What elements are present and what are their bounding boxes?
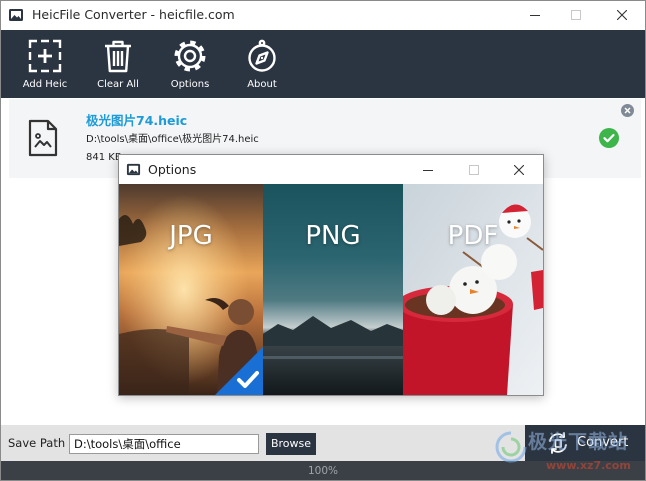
file-size: 841 KB — [86, 152, 122, 163]
save-path-bar: Save Path D:\tools\桌面\office Browse Conv… — [0, 425, 646, 461]
image-file-icon — [28, 119, 58, 157]
options-dialog: Options JPG PNG PDF — [118, 154, 544, 396]
format-option-png[interactable]: PNG — [263, 184, 403, 395]
format-option-jpg[interactable]: JPG — [119, 184, 263, 395]
dialog-maximize-button[interactable] — [456, 155, 492, 184]
minimize-button[interactable] — [515, 0, 555, 30]
close-icon — [617, 10, 627, 20]
minimize-icon — [530, 15, 540, 16]
dialog-app-icon — [126, 163, 141, 176]
format-options: JPG PNG PDF — [119, 184, 543, 395]
title-bar[interactable]: HeicFile Converter - heicfile.com — [0, 0, 646, 30]
format-label-jpg: JPG — [169, 221, 213, 251]
options-label: Options — [170, 79, 210, 90]
toolbar: Add Heic Clear All Options About — [0, 30, 646, 98]
file-name: 极光图片74.heic — [86, 113, 188, 128]
progress-text: 100% — [307, 465, 339, 477]
dialog-close-button[interactable] — [501, 155, 537, 184]
dialog-title-bar[interactable]: Options — [119, 155, 543, 184]
options-button[interactable]: Options — [154, 30, 226, 98]
about-button[interactable]: About — [226, 30, 298, 98]
browse-button[interactable]: Browse — [266, 433, 316, 455]
save-path-label: Save Path — [8, 436, 66, 450]
close-button[interactable] — [602, 0, 642, 30]
clear-all-label: Clear All — [97, 79, 139, 90]
gear-icon — [174, 40, 206, 72]
format-label-pdf: PDF — [447, 221, 499, 251]
maximize-icon — [469, 164, 479, 175]
trash-icon — [105, 40, 131, 73]
format-option-pdf[interactable]: PDF — [403, 184, 543, 395]
convert-icon — [549, 432, 567, 454]
window-title: HeicFile Converter - heicfile.com — [32, 7, 235, 22]
remove-circle-icon[interactable] — [621, 104, 634, 117]
checkmark-icon — [215, 347, 263, 395]
dialog-minimize-button[interactable] — [410, 155, 446, 184]
progress-bar: 100% — [0, 461, 646, 481]
save-path-input[interactable]: D:\tools\桌面\office — [69, 434, 259, 454]
png-preview-image — [263, 184, 403, 395]
app-logo-icon — [9, 9, 23, 21]
about-label: About — [247, 79, 277, 90]
add-file-icon — [28, 39, 62, 73]
add-heic-button[interactable]: Add Heic — [9, 30, 81, 98]
main-window: HeicFile Converter - heicfile.com Add He… — [0, 0, 646, 481]
maximize-icon — [571, 10, 581, 20]
convert-label: Convert — [577, 435, 629, 450]
convert-button[interactable]: Convert — [525, 425, 646, 461]
check-circle-icon — [599, 128, 619, 148]
file-path: D:\tools\桌面\office\极光图片74.heic — [86, 134, 259, 145]
dialog-title: Options — [148, 162, 197, 177]
close-icon — [514, 164, 524, 175]
clear-all-button[interactable]: Clear All — [82, 30, 154, 98]
pdf-preview-image — [403, 184, 543, 395]
maximize-button[interactable] — [556, 0, 596, 30]
minimize-icon — [423, 169, 433, 171]
compass-icon — [248, 39, 276, 72]
add-heic-label: Add Heic — [22, 79, 68, 90]
format-label-png: PNG — [305, 221, 361, 251]
